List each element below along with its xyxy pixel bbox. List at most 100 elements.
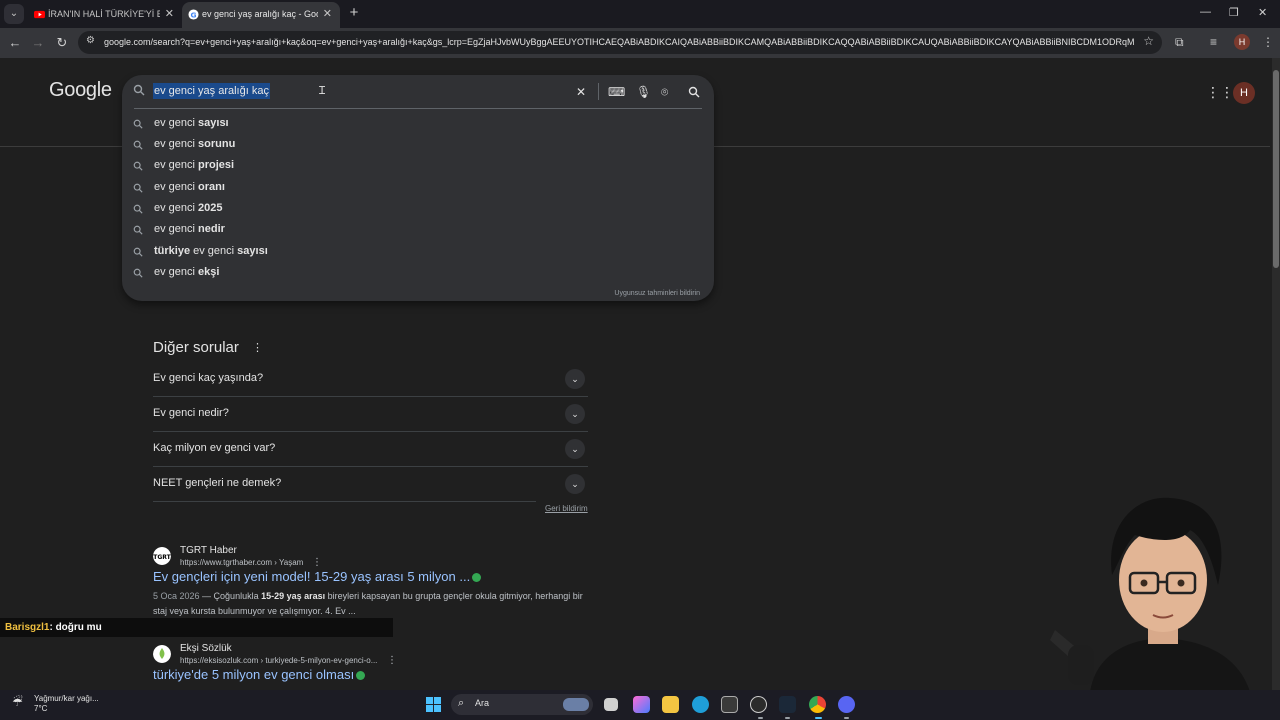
suggestion-item[interactable]: türkiye ev genci sayısı: [122, 242, 714, 263]
microphone-icon[interactable]: 🎙: [636, 85, 651, 99]
result-title-text[interactable]: türkiye'de 5 milyon ev genci olması: [153, 667, 354, 682]
result-site-name[interactable]: Ekşi Sözlük: [180, 643, 232, 654]
snippet-part: — Çoğunlukla: [199, 591, 262, 601]
paa-question[interactable]: NEET gençleri ne demek? ⌄: [153, 467, 585, 502]
suggestion-prefix: ev genci: [154, 181, 199, 193]
result-url[interactable]: https://eksisozluk.com › turkiyede-5-mil…: [180, 656, 377, 665]
chevron-down-icon[interactable]: ⌄: [565, 439, 585, 459]
paa-question[interactable]: Ev genci nedir? ⌄: [153, 397, 588, 432]
suggestion-item[interactable]: ev genci sorunu: [122, 135, 714, 156]
snippet-bold: 15-29 yaş arası: [261, 591, 326, 601]
paa-question[interactable]: Kaç milyon ev genci var? ⌄: [153, 432, 588, 467]
suggestion-item[interactable]: ev genci sayısı: [122, 114, 714, 135]
suggestion-prefix: ev genci: [154, 159, 199, 171]
verified-icon: [472, 573, 482, 583]
feedback-link[interactable]: Geri bildirim: [545, 504, 588, 513]
result-title-text[interactable]: Ev gençleri için yeni model! 15-29 yaş a…: [153, 569, 470, 584]
keyboard-icon[interactable]: ⌨: [608, 85, 625, 99]
app-running-indicator: [785, 717, 790, 719]
suggestion-bold: nedir: [198, 223, 225, 235]
search-result: Ekşi Sözlük https://eksisozluk.com › tur…: [153, 643, 593, 688]
new-tab-icon[interactable]: +: [346, 5, 362, 21]
search-icon: [133, 183, 143, 193]
url-text[interactable]: google.com/search?q=ev+genci+yaş+aralığı…: [104, 31, 1134, 54]
tab-youtube[interactable]: İRAN'IN HALİ TÜRKİYE'Yİ ETKİLE... ✕: [28, 2, 182, 28]
camera-lens-icon[interactable]: ⌾: [661, 85, 668, 100]
chevron-down-icon[interactable]: ⌄: [565, 369, 585, 389]
suggestion-bold: 2025: [198, 202, 223, 214]
search-icon: ⌕: [458, 697, 465, 709]
tab-google[interactable]: G ev genci yaş aralığı kaç - Google ✕: [182, 2, 340, 28]
search-icon: [133, 140, 143, 150]
suggestion-item[interactable]: ev genci nedir: [122, 220, 714, 241]
chat-text: : doğru mu: [49, 622, 102, 633]
google-account-avatar[interactable]: H: [1233, 82, 1255, 104]
screen: ⌄ İRAN'IN HALİ TÜRKİYE'Yİ ETKİLE... ✕ G …: [0, 0, 1280, 720]
suggestion-prefix: ev genci: [154, 266, 199, 278]
search-icon: [133, 268, 143, 278]
discord-icon[interactable]: [838, 696, 855, 713]
edge-icon[interactable]: [692, 696, 709, 713]
suggestion-text: ev genci oranı: [154, 181, 225, 193]
search-icon: [133, 161, 143, 171]
suggestion-bold: sorunu: [198, 138, 236, 150]
search-icon: [133, 84, 145, 96]
app-running-indicator: [844, 717, 849, 719]
suggestion-item[interactable]: ev genci 2025: [122, 199, 714, 220]
suggestion-text: ev genci 2025: [154, 202, 223, 214]
suggestion-suffix: ev genci: [190, 245, 238, 257]
chevron-down-icon[interactable]: ⌄: [565, 474, 585, 494]
close-tab-icon[interactable]: ✕: [323, 2, 332, 26]
taskbar-search[interactable]: ⌕ Ara: [451, 694, 593, 715]
chrome-active-indicator: [815, 717, 822, 719]
tab-title: İRAN'IN HALİ TÜRKİYE'Yİ ETKİLE...: [48, 9, 160, 19]
google-icon: G: [188, 9, 199, 20]
media-controls-icon[interactable]: ≡: [1210, 35, 1217, 49]
search-input[interactable]: ev genci yaş aralığı kaç: [153, 83, 270, 99]
suggestion-item[interactable]: ev genci projesi: [122, 156, 714, 177]
more-options-icon[interactable]: ⋮: [387, 655, 397, 666]
chrome-icon[interactable]: [809, 696, 826, 713]
suggestion-text: ev genci sorunu: [154, 138, 235, 150]
suggestion-item[interactable]: ev genci ekşi: [122, 263, 714, 284]
steam-icon[interactable]: [779, 696, 796, 713]
suggestion-item[interactable]: ev genci oranı: [122, 178, 714, 199]
extensions-icon[interactable]: ⧉: [1175, 35, 1184, 50]
bookmark-star-icon[interactable]: ☆: [1143, 34, 1154, 48]
tab-title: ev genci yaş aralığı kaç - Google: [202, 9, 318, 19]
result-title[interactable]: türkiye'de 5 milyon ev genci olması: [153, 667, 366, 682]
google-logo[interactable]: Google: [49, 79, 112, 102]
store-icon[interactable]: [721, 696, 738, 713]
site-info-icon[interactable]: ⚙: [86, 35, 95, 46]
report-predictions-link[interactable]: Uygunsuz tahminleri bildirin: [614, 290, 700, 297]
forward-icon[interactable]: →: [29, 34, 47, 52]
back-icon[interactable]: ←: [6, 34, 24, 52]
result-site-name[interactable]: TGRT Haber: [180, 545, 237, 556]
paa-question[interactable]: Ev genci kaç yaşında? ⌄: [153, 362, 588, 397]
chat-username: Barisgzl1: [5, 622, 50, 633]
close-tab-icon[interactable]: ✕: [165, 2, 174, 26]
file-explorer-icon[interactable]: [662, 696, 679, 713]
tiktok-icon[interactable]: [750, 696, 767, 713]
chevron-down-icon[interactable]: ⌄: [565, 404, 585, 424]
clear-icon[interactable]: ✕: [576, 85, 586, 99]
copilot-icon[interactable]: [633, 696, 650, 713]
profile-avatar[interactable]: H: [1234, 34, 1250, 50]
result-title[interactable]: Ev gençleri için yeni model! 15-29 yaş a…: [153, 569, 482, 584]
minimize-icon[interactable]: —: [1200, 6, 1211, 18]
tab-search-chevron-icon[interactable]: ⌄: [4, 4, 24, 24]
suggestion-text: türkiye ev genci sayısı: [154, 245, 268, 257]
scrollbar-thumb[interactable]: [1273, 70, 1279, 268]
windows-start-icon[interactable]: [426, 697, 441, 712]
task-view-icon[interactable]: [604, 698, 618, 711]
more-options-icon[interactable]: ⋮: [312, 557, 322, 568]
search-submit-icon[interactable]: [688, 86, 700, 98]
address-bar[interactable]: ⚙ google.com/search?q=ev+genci+yaş+aralı…: [78, 31, 1162, 54]
reload-icon[interactable]: ↻: [53, 34, 71, 52]
restore-icon[interactable]: ❐: [1229, 6, 1239, 19]
menu-icon[interactable]: ⋮: [1262, 35, 1274, 49]
app-running-indicator: [758, 717, 763, 719]
close-window-icon[interactable]: ✕: [1258, 6, 1267, 19]
result-url[interactable]: https://www.tgrthaber.com › Yaşam: [180, 558, 303, 567]
more-options-icon[interactable]: ⋮: [252, 341, 263, 354]
